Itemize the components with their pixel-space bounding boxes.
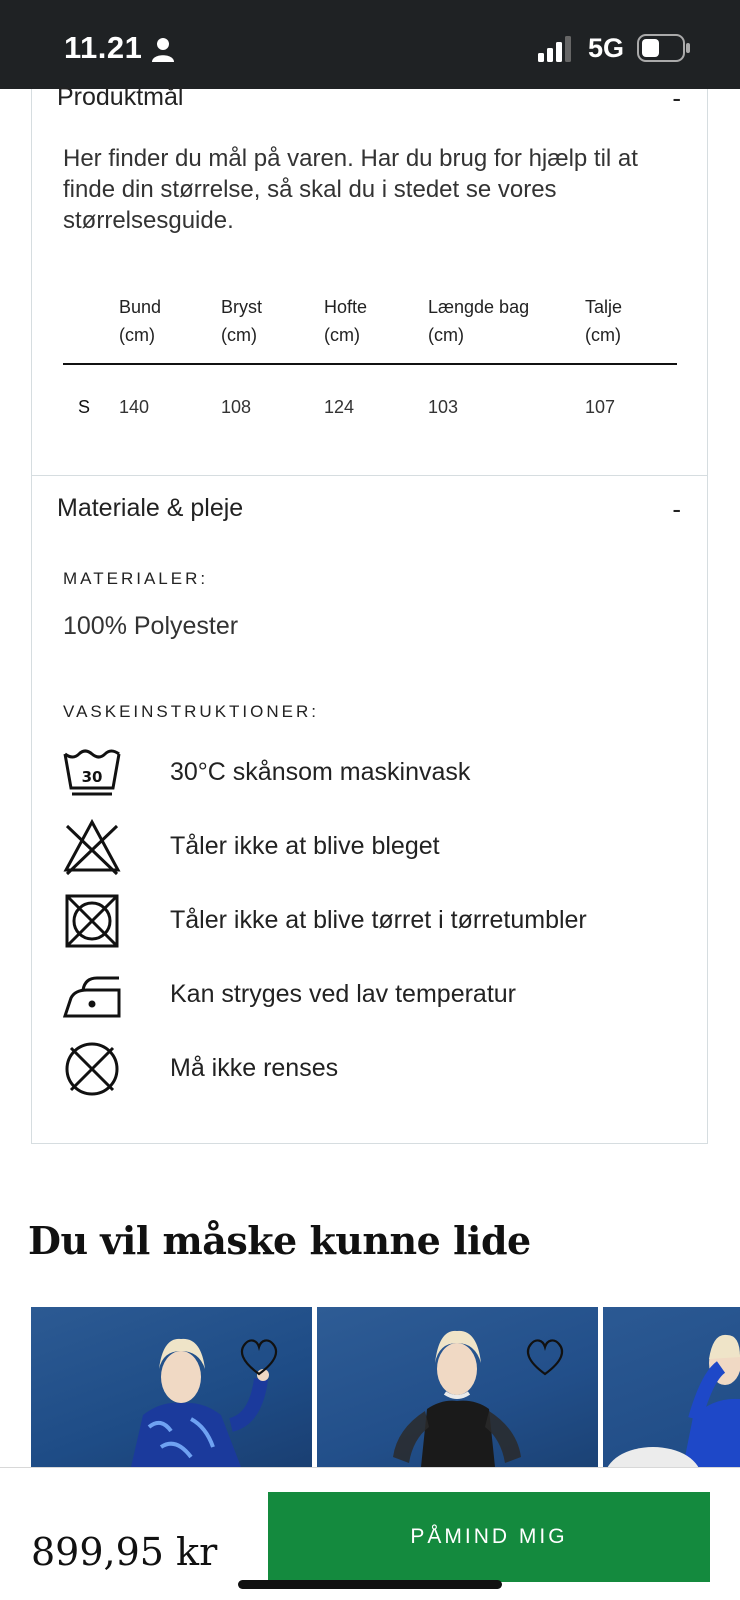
size-table: Bund (cm) Bryst (cm) Hofte (cm) Længde bag(… bbox=[63, 285, 677, 445]
wash-30-icon: 30 bbox=[63, 749, 121, 796]
column-header: Bryst (cm) bbox=[221, 297, 263, 345]
no-bleach-icon bbox=[63, 818, 121, 876]
home-indicator bbox=[238, 1580, 502, 1589]
care-text: Kan stryges ved lav temperatur bbox=[170, 980, 516, 1008]
product-image bbox=[131, 1338, 269, 1467]
measurements-intro: Her finder du mål på varen. Har du brug … bbox=[63, 145, 638, 234]
care-item: 30 30°C skånsom maskinvask bbox=[63, 744, 683, 806]
column-header: Bund (cm) bbox=[119, 297, 162, 345]
table-cell: 124 bbox=[324, 397, 355, 417]
remind-me-button[interactable]: PÅMIND MIG bbox=[268, 1492, 710, 1582]
table-cell: 107 bbox=[585, 397, 616, 417]
collapse-toggle[interactable]: - bbox=[672, 494, 681, 525]
column-header: Længde bag (cm) bbox=[428, 297, 530, 345]
wash-label: VASKEINSTRUKTIONER: bbox=[63, 702, 319, 721]
product-image bbox=[607, 1334, 740, 1467]
product-image bbox=[393, 1330, 521, 1467]
care-item: Kan stryges ved lav temperatur bbox=[63, 966, 683, 1028]
care-item: Må ikke renses bbox=[63, 1040, 683, 1102]
table-cell: 103 bbox=[428, 397, 459, 417]
no-tumble-dry-icon bbox=[65, 894, 119, 948]
table-row: S 140 108 124 103 107 bbox=[63, 365, 677, 445]
network-label: 5G bbox=[588, 33, 625, 63]
product-card[interactable] bbox=[603, 1307, 740, 1467]
table-cell: 108 bbox=[221, 397, 252, 417]
care-text: Tåler ikke at blive tørret i tørretumble… bbox=[170, 906, 587, 934]
table-header-row: Bund (cm) Bryst (cm) Hofte (cm) Længde bag(… bbox=[63, 285, 677, 365]
recommendations-title: Du vil måske kunne lide bbox=[28, 1218, 531, 1263]
size-cell: S bbox=[78, 397, 91, 417]
column-header: Hofte (cm) bbox=[324, 297, 368, 345]
status-bar: 11.21 5G bbox=[0, 0, 740, 89]
care-text: Må ikke renses bbox=[170, 1054, 339, 1082]
sticky-footer: 899,95 kr PÅMIND MIG bbox=[0, 1467, 740, 1600]
materials-header[interactable]: Materiale & pleje bbox=[57, 494, 243, 523]
person-icon bbox=[152, 38, 174, 62]
status-time: 11.21 bbox=[64, 30, 143, 65]
collapse-toggle[interactable]: - bbox=[672, 83, 681, 114]
signal-icon bbox=[538, 36, 571, 62]
iron-low-icon bbox=[63, 976, 121, 1018]
materials-section: Materiale & pleje - MATERIALER: 100% Pol… bbox=[31, 476, 708, 1144]
table-cell: 140 bbox=[119, 397, 150, 417]
battery-icon bbox=[637, 34, 690, 62]
column-header: Talje (cm) bbox=[585, 297, 623, 345]
product-card[interactable] bbox=[31, 1307, 312, 1467]
heart-icon[interactable] bbox=[523, 1337, 567, 1377]
wash-temp-label: 30 bbox=[82, 768, 103, 786]
materials-label: MATERIALER: bbox=[63, 569, 209, 588]
care-item: Tåler ikke at blive bleget bbox=[63, 818, 683, 880]
product-price: 899,95 kr bbox=[31, 1530, 218, 1574]
care-text: 30°C skånsom maskinvask bbox=[170, 758, 471, 786]
no-dry-clean-icon bbox=[65, 1042, 119, 1096]
measurements-header[interactable]: Produktmål bbox=[57, 83, 183, 112]
care-item: Tåler ikke at blive tørret i tørretumble… bbox=[63, 892, 683, 954]
heart-icon[interactable] bbox=[237, 1337, 281, 1377]
care-text: Tåler ikke at blive bleget bbox=[170, 832, 440, 860]
material-value: 100% Polyester bbox=[63, 612, 239, 640]
product-card[interactable] bbox=[317, 1307, 598, 1467]
measurements-section: Produktmål - Her finder du mål på varen.… bbox=[31, 83, 708, 476]
